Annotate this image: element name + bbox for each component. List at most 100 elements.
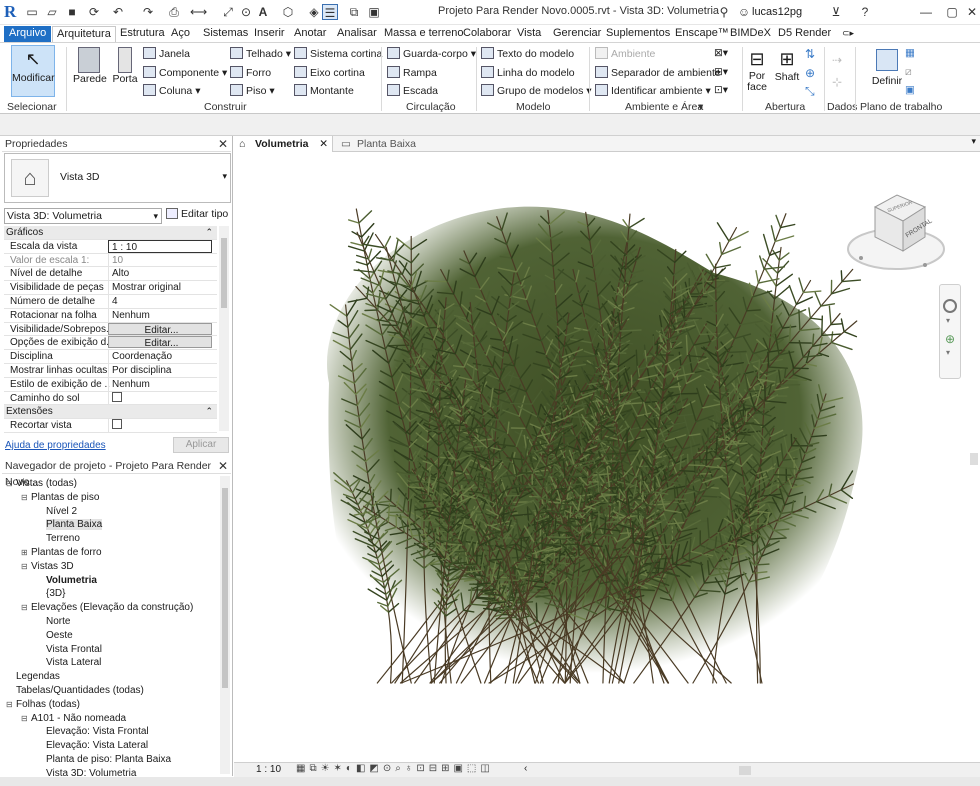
dimension-icon[interactable]: ⤢: [220, 4, 236, 20]
tab-bimdex[interactable]: BIMDeX: [726, 26, 775, 42]
prop-row[interactable]: Nível de detalhe Alto: [4, 267, 217, 282]
tree-item[interactable]: Norte: [36, 615, 70, 628]
ref-plane-icon[interactable]: ⧄: [905, 66, 912, 79]
janela-button[interactable]: Janela: [143, 47, 190, 60]
tree-item[interactable]: ⊞ Plantas de forro: [21, 546, 102, 559]
dormer-icon[interactable]: ⤡: [805, 84, 815, 99]
collapse-icon[interactable]: ⌃: [205, 226, 213, 239]
tree-item[interactable]: {3D}: [36, 587, 65, 600]
group-extensoes[interactable]: Extensões ⌃: [4, 405, 217, 420]
tab-gerenciar[interactable]: Gerenciar: [549, 26, 605, 42]
guarda-corpo-button[interactable]: Guarda-corpo ▾: [387, 47, 476, 60]
tree-item[interactable]: Legendas: [6, 670, 60, 683]
por-face-button[interactable]: ⊟ Por face: [744, 47, 770, 93]
show-workplane-icon[interactable]: ▦: [905, 47, 915, 59]
tab-estrutura[interactable]: Estrutura: [116, 26, 169, 42]
texto-modelo-button[interactable]: Texto do modelo: [481, 47, 574, 60]
user-icon[interactable]: ☺: [736, 4, 752, 20]
tab-aco[interactable]: Aço: [167, 26, 194, 42]
eixo-cortina-button[interactable]: Eixo cortina: [294, 66, 365, 79]
tab-d5-render[interactable]: D5 Render: [774, 26, 835, 42]
tag-area-icon[interactable]: ⊡▾: [714, 84, 728, 96]
apply-button[interactable]: Aplicar: [173, 437, 229, 453]
tab-suplementos[interactable]: Suplementos: [602, 26, 674, 42]
tab-volumetria[interactable]: ⌂ Volumetria ✕: [233, 136, 333, 152]
tree-item[interactable]: Volumetria: [36, 574, 97, 587]
revit-logo[interactable]: R: [4, 2, 22, 22]
print-icon[interactable]: ⎙: [166, 4, 182, 20]
instance-select[interactable]: Vista 3D: Volumetria ▾: [4, 208, 162, 224]
tree-item[interactable]: Nível 2: [36, 505, 77, 518]
grid-icon[interactable]: ⊹: [832, 75, 842, 89]
prop-row[interactable]: Recortar vista: [4, 419, 217, 433]
selecionar-dropdown[interactable]: Selecionar: [7, 101, 57, 113]
measure-icon[interactable]: ⟷: [190, 4, 207, 20]
tab-inserir[interactable]: Inserir: [250, 26, 289, 42]
switch-windows-icon[interactable]: ▣: [366, 4, 382, 20]
tree-item[interactable]: Vista Frontal: [36, 643, 102, 656]
ambiente-button[interactable]: Ambiente: [595, 47, 655, 60]
montante-button[interactable]: Montante: [294, 84, 354, 97]
3d-viewport[interactable]: SUPERIOR FRONTAL ▾ ⊕ ▾: [234, 153, 980, 762]
escada-button[interactable]: Escada: [387, 84, 438, 97]
edit-display-options-button[interactable]: Editar...: [108, 336, 212, 349]
identificar-ambiente-button[interactable]: Identificar ambiente ▾: [595, 84, 711, 97]
collapse-icon[interactable]: ⌃: [205, 405, 213, 418]
prop-row[interactable]: Número de detalhe 4: [4, 294, 217, 309]
properties-help-link[interactable]: Ajuda de propriedades: [5, 440, 106, 451]
vertical-opening-icon[interactable]: ⊕: [805, 66, 815, 80]
wall-opening-icon[interactable]: ⇅: [805, 47, 815, 61]
prop-row[interactable]: Caminho do sol: [4, 391, 217, 406]
level-icon[interactable]: ⇢: [832, 53, 842, 67]
collapse-icon[interactable]: ⊟: [21, 491, 31, 504]
thin-lines-icon[interactable]: ☰: [322, 4, 338, 20]
area-icon[interactable]: ⊠▾: [714, 47, 728, 59]
tree-item[interactable]: ⊟ Vistas 3D: [21, 560, 74, 573]
prop-row[interactable]: Disciplina Coordenação: [4, 350, 217, 364]
view-controls-icons[interactable]: ▦⧉☀✶◐◧◩⊙⌕♁⊡⊟⊞▣⬚◫: [296, 763, 494, 774]
close-hidden-icon[interactable]: ⧉: [346, 4, 362, 20]
tree-item[interactable]: ⊟ Folhas (todas): [6, 698, 80, 711]
tab-arquivo[interactable]: Arquivo: [4, 26, 52, 42]
tab-planta-baixa[interactable]: ▭ Planta Baixa: [335, 136, 435, 152]
tab-arquitetura[interactable]: Arquitetura: [52, 26, 116, 42]
viewcube[interactable]: SUPERIOR FRONTAL: [845, 189, 947, 274]
shaft-button[interactable]: ⊞ Shaft: [774, 47, 800, 83]
prop-row[interactable]: Visibilidade/Sobrepos... Editar...: [4, 322, 217, 337]
chevron-down-icon[interactable]: ▾: [946, 348, 950, 357]
tab-colaborar[interactable]: Colaborar: [459, 26, 515, 42]
tab-anotar[interactable]: Anotar: [290, 26, 330, 42]
tree-item[interactable]: Planta de piso: Planta Baixa: [36, 753, 171, 766]
tree-item[interactable]: Oeste: [36, 629, 73, 642]
porta-button[interactable]: Porta: [111, 47, 139, 85]
view-scale[interactable]: 1 : 10: [256, 764, 281, 775]
tab-enscape[interactable]: Enscape™: [671, 26, 733, 42]
modificar-button[interactable]: ↖ Modificar: [11, 45, 55, 97]
3d-view-icon[interactable]: ⬡: [280, 4, 296, 20]
prop-row[interactable]: Mostrar linhas ocultas Por disciplina: [4, 363, 217, 378]
tree-item[interactable]: Elevação: Vista Lateral: [36, 739, 148, 752]
tab-vista[interactable]: Vista: [513, 26, 545, 42]
collapse-icon[interactable]: ⊟: [6, 698, 16, 711]
zoom-icon[interactable]: ⊕: [945, 332, 955, 346]
redo-icon[interactable]: ↷: [140, 4, 156, 20]
prop-row[interactable]: Estilo de exibição de ... Nenhum: [4, 377, 217, 392]
section-icon[interactable]: ◈: [306, 4, 322, 20]
scale-input[interactable]: 1 : 10: [108, 239, 212, 253]
tag-icon[interactable]: ⊙: [238, 4, 254, 20]
type-selector[interactable]: ⌂ Vista 3D ▾: [4, 153, 231, 203]
sun-path-checkbox[interactable]: [112, 391, 122, 402]
tab-analisar[interactable]: Analisar: [333, 26, 381, 42]
viewer-icon[interactable]: ▣: [905, 84, 915, 96]
undo-icon[interactable]: ↶: [110, 4, 126, 20]
prop-row[interactable]: Escala da vista 1 : 10: [4, 239, 217, 254]
tree-item[interactable]: Elevação: Vista Frontal: [36, 725, 149, 738]
edit-type-button[interactable]: Editar tipo: [166, 208, 228, 220]
area-boundary-icon[interactable]: ⊞▾: [714, 66, 728, 78]
edit-visibility-button[interactable]: Editar...: [108, 322, 212, 335]
definir-button[interactable]: Definir: [870, 47, 904, 87]
collapse-icon[interactable]: ⊟: [6, 477, 16, 490]
save-icon[interactable]: ■: [64, 4, 80, 20]
close-icon[interactable]: ✕: [964, 4, 980, 20]
folder-icon[interactable]: ▱: [44, 4, 60, 20]
